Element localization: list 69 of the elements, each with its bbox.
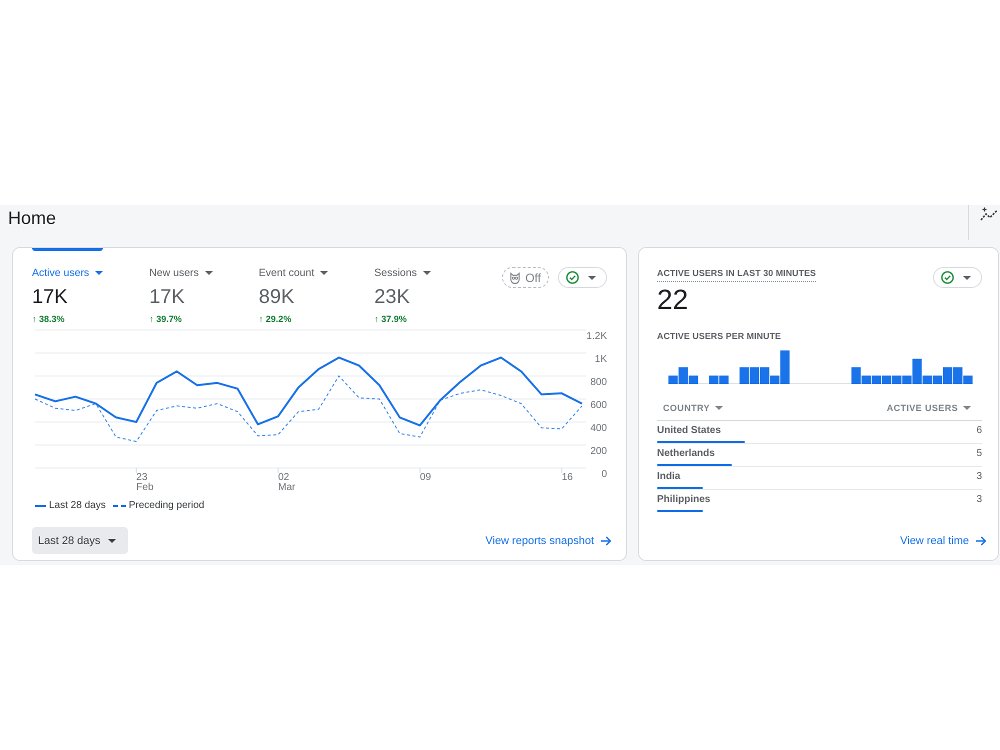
metric-tab[interactable]: New users <box>149 266 213 280</box>
axis-label: 1.2K <box>586 331 607 342</box>
view-realtime-link[interactable]: View real time <box>900 534 987 548</box>
view-reports-link[interactable]: View reports snapshot <box>485 534 612 548</box>
card-title: ACTIVE USERS IN LAST 30 MINUTES <box>657 267 816 282</box>
metric-value: 17K <box>149 285 185 309</box>
table-cell: 3 <box>976 494 982 506</box>
caret-icon <box>963 406 971 410</box>
caret-icon <box>95 271 104 275</box>
dashed-line-icon <box>112 505 126 507</box>
caret-icon <box>714 406 723 410</box>
axis-label: 0 <box>601 469 607 480</box>
caret-icon <box>204 271 213 275</box>
check-circle-icon <box>941 271 954 284</box>
bar <box>892 376 902 384</box>
arrow-right-icon <box>976 536 987 546</box>
table-cell: United States <box>657 425 721 437</box>
bar <box>709 376 718 384</box>
status-dropdown[interactable] <box>933 267 982 288</box>
chart-title: ACTIVE USERS PER MINUTE <box>657 330 782 342</box>
caret-icon <box>963 276 971 280</box>
date-range-dropdown[interactable]: Last 28 days <box>32 527 128 554</box>
bar <box>719 376 729 384</box>
table-cell: 5 <box>976 448 982 460</box>
caret-icon <box>320 271 328 275</box>
arrow-right-icon <box>601 536 612 546</box>
column-header[interactable]: ACTIVE USERS <box>886 403 971 413</box>
column-header[interactable]: COUNTRY <box>657 403 723 413</box>
insights-toggle[interactable]: Off <box>502 267 549 288</box>
change-percent: ↑ 38.3% <box>32 313 65 325</box>
bar <box>740 367 749 384</box>
metric-value: 17K <box>32 285 68 309</box>
axis-label: 16 <box>562 472 573 483</box>
owl-icon <box>509 272 522 284</box>
status-dropdown[interactable] <box>558 267 607 288</box>
change-percent: ↑ 29.2% <box>258 313 292 325</box>
bar <box>750 367 760 384</box>
caret-icon <box>588 276 596 280</box>
axis-label: 23 Feb <box>136 472 154 493</box>
table-cell: India <box>657 471 680 483</box>
caret-icon <box>108 538 116 542</box>
metric-tab[interactable]: Sessions <box>374 266 431 280</box>
axis-label: 1K <box>594 354 607 365</box>
axis-label: 09 <box>420 472 432 483</box>
bar <box>872 376 882 384</box>
legend-label: Last 28 days <box>49 500 106 512</box>
trend-sparkle-icon[interactable] <box>980 207 998 221</box>
metric-tab[interactable]: Event count <box>258 266 328 280</box>
legend-label: Preceding period <box>128 500 204 512</box>
metric-value: 23K <box>374 285 410 309</box>
change-percent: ↑ 37.9% <box>374 313 407 325</box>
axis-label: 200 <box>590 446 607 457</box>
metric-tab[interactable]: Active users <box>32 266 104 280</box>
table-cell: Netherlands <box>657 448 715 460</box>
axis-label: 400 <box>590 423 607 434</box>
page-title: Home <box>8 208 56 229</box>
table-cell: 3 <box>976 471 982 483</box>
user-count: 22 <box>657 285 688 315</box>
axis-label: 800 <box>590 377 607 388</box>
metric-value: 89K <box>258 285 294 309</box>
table-cell: Philippines <box>657 494 710 506</box>
table-cell: 6 <box>976 425 982 437</box>
caret-icon <box>422 271 431 275</box>
check-circle-icon <box>566 271 579 284</box>
tab-indicator <box>32 248 104 251</box>
axis-label: 600 <box>590 400 607 411</box>
axis-label: 02 Mar <box>278 472 296 493</box>
change-percent: ↑ 39.7% <box>149 313 182 325</box>
bar <box>882 376 892 384</box>
